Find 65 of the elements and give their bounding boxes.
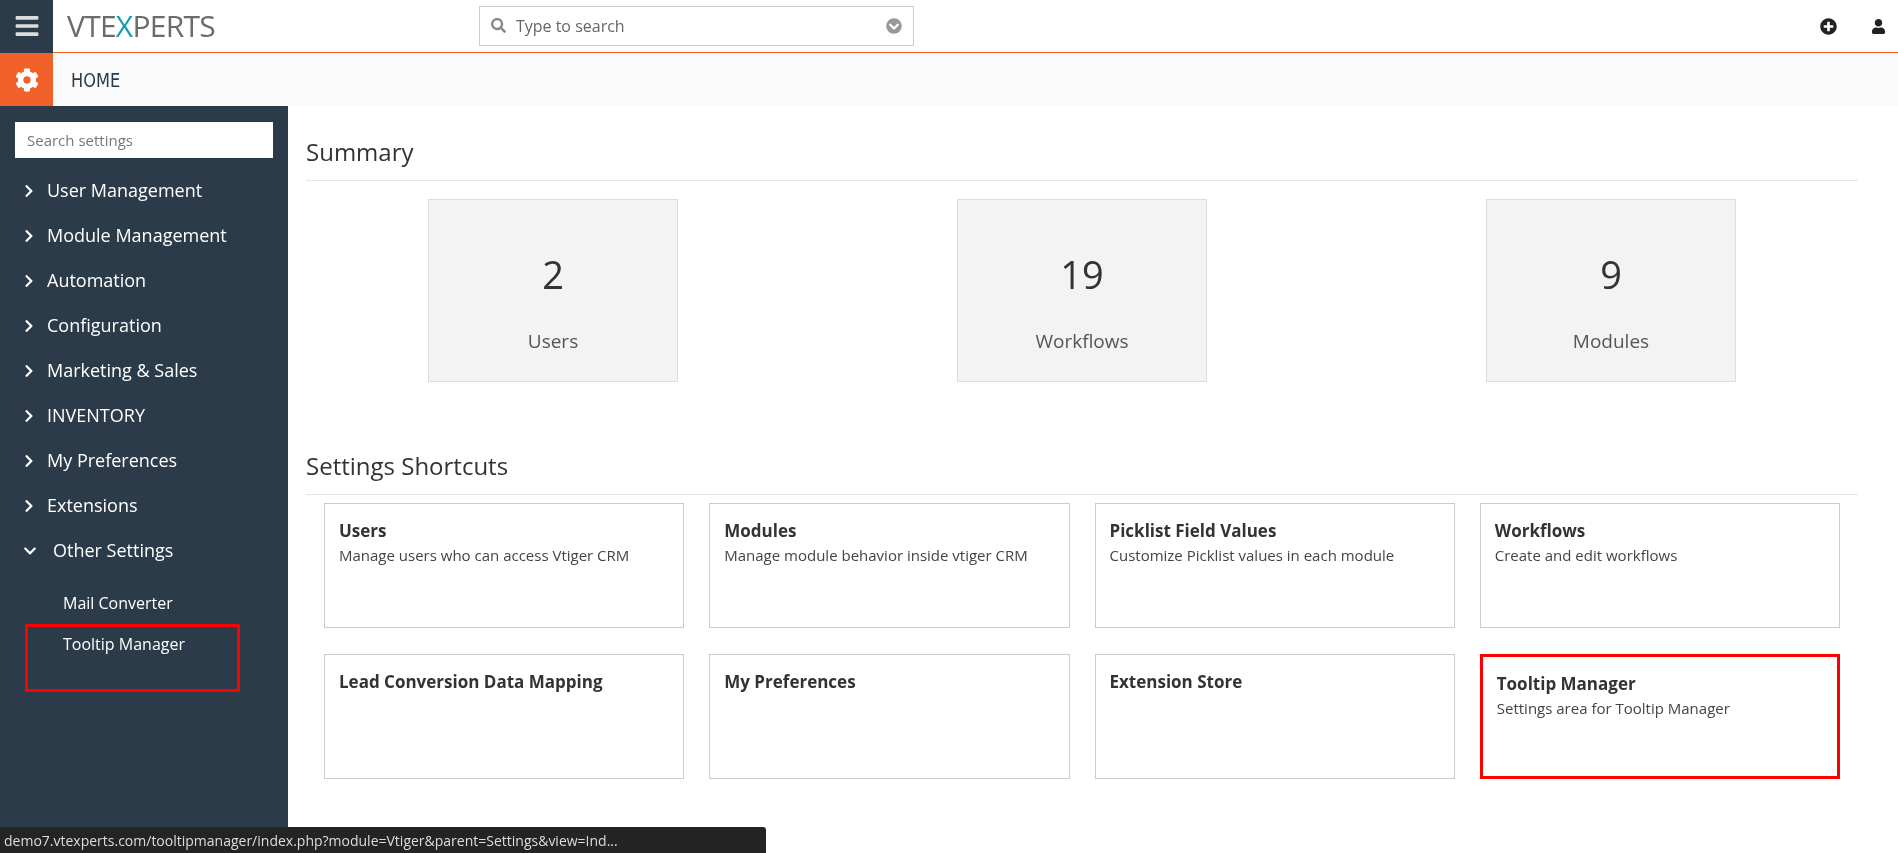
- shortcut-title: Extension Store: [1109, 669, 1244, 695]
- summary-label: Workflows: [1035, 327, 1129, 356]
- user-icon[interactable]: [1871, 18, 1886, 34]
- sidebar-subitem[interactable]: Mail Converter: [15, 581, 273, 624]
- shortcut-title: Modules: [724, 518, 798, 544]
- sidebar-item[interactable]: Module Management: [15, 213, 273, 258]
- chevron-right-icon: [23, 498, 35, 513]
- shortcut-card[interactable]: Lead Conversion Data Mapping: [324, 654, 685, 779]
- summary-card[interactable]: 9 Modules: [1486, 199, 1736, 382]
- page-title: HOME: [71, 66, 121, 94]
- chevron-right-icon: [23, 408, 35, 423]
- shortcut-title: Workflows: [1494, 518, 1587, 544]
- section-title: Summary: [306, 134, 1858, 181]
- shortcut-description: Settings area for Tooltip Manager: [1496, 696, 1731, 719]
- menu-icon: [13, 13, 40, 39]
- sidebar-item[interactable]: Other Settings: [15, 528, 273, 573]
- dropdown-icon: [885, 18, 902, 34]
- sidebar-item[interactable]: Automation: [15, 258, 273, 303]
- summary-label: Modules: [1572, 327, 1650, 356]
- shortcut-card[interactable]: Picklist Field Values Customize Picklist values in each module: [1094, 503, 1455, 628]
- chevron-right-icon: [23, 273, 35, 288]
- shortcut-description: Manage module behavior inside vtiger CRM: [724, 543, 1029, 566]
- summary-label: Users: [527, 327, 579, 356]
- logo-text: PERTS: [132, 11, 215, 41]
- sidebar-item[interactable]: INVENTORY: [15, 393, 273, 438]
- shortcut-description: Create and edit workflows: [1494, 543, 1679, 566]
- sidebar-item[interactable]: My Preferences: [15, 438, 273, 483]
- search-field[interactable]: Type to search: [478, 6, 914, 46]
- summary-value: 9: [1600, 247, 1622, 302]
- sidebar-subitem[interactable]: Tooltip Manager: [25, 624, 240, 692]
- gear-icon: [14, 67, 39, 92]
- chevron-right-icon: [23, 363, 35, 378]
- shortcut-title: Lead Conversion Data Mapping: [339, 669, 604, 695]
- shortcut-description: Customize Picklist values in each module: [1109, 543, 1396, 566]
- shortcut-card[interactable]: My Preferences: [709, 654, 1070, 779]
- summary-card[interactable]: 19 Workflows: [957, 199, 1207, 382]
- sidebar-item[interactable]: Marketing & Sales: [15, 348, 273, 393]
- shortcut-title: Users: [339, 518, 388, 544]
- shortcut-title: My Preferences: [724, 669, 857, 695]
- summary-card[interactable]: 2 Users: [428, 199, 678, 382]
- sidebar-item[interactable]: User Management: [15, 168, 273, 213]
- sidebar-item[interactable]: Configuration: [15, 303, 273, 348]
- shortcut-description: Manage users who can access Vtiger CRM: [339, 543, 631, 566]
- shortcut-title: Picklist Field Values: [1109, 518, 1278, 544]
- chevron-right-icon: [23, 453, 35, 468]
- search-icon: [490, 18, 506, 33]
- summary-value: 2: [542, 247, 564, 302]
- sidebar-item[interactable]: Extensions: [15, 483, 273, 528]
- shortcut-card[interactable]: Workflows Create and edit workflows: [1479, 503, 1840, 628]
- chevron-right-icon: [23, 228, 35, 243]
- shortcut-card[interactable]: Tooltip Manager Settings area for Tooltip Manager: [1479, 654, 1840, 779]
- logo-text: VTE: [67, 11, 116, 41]
- chevron-right-icon: [23, 318, 35, 333]
- shortcut-title: Tooltip Manager: [1496, 671, 1637, 697]
- add-icon[interactable]: [1820, 17, 1837, 35]
- chevron-right-icon: [23, 183, 35, 198]
- section-title: Settings Shortcuts: [306, 448, 1858, 495]
- menu-button[interactable]: [0, 0, 53, 53]
- shortcut-card[interactable]: Users Manage users who can access Vtiger CRM: [324, 503, 685, 628]
- logo-text: X: [115, 11, 133, 41]
- status-bar: demo7.vtexperts.com/tooltipmanager/index.php?module=Vtiger&parent=Settings&view=Ind...: [0, 827, 766, 853]
- summary-value: 19: [1060, 247, 1104, 302]
- shortcut-card[interactable]: Modules Manage module behavior inside vtiger CRM: [709, 503, 1070, 628]
- shortcut-card[interactable]: Extension Store: [1094, 654, 1455, 779]
- search-settings-field[interactable]: Search settings: [15, 122, 273, 158]
